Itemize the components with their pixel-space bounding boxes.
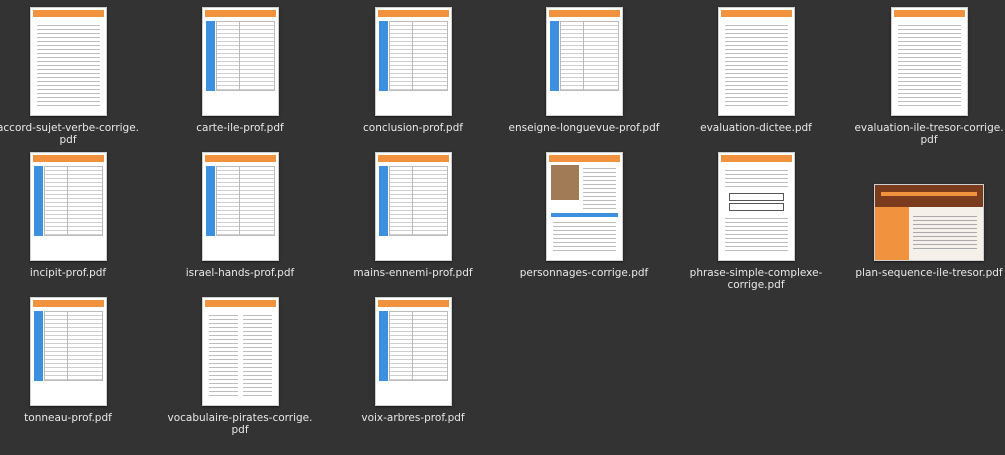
file-name[interactable]: enseigne-longuevue-prof.pdf (504, 122, 664, 134)
file-item[interactable]: mains-ennemi-prof.pdf (333, 152, 493, 279)
file-name[interactable]: evaluation-ile-tresor-corrige. pdf (849, 122, 1005, 146)
file-name[interactable]: phrase-simple-complexe- corrige.pdf (676, 267, 836, 291)
file-name[interactable]: conclusion-prof.pdf (333, 122, 493, 134)
file-name[interactable]: mains-ennemi-prof.pdf (333, 267, 493, 279)
file-item[interactable]: phrase-simple-complexe- corrige.pdf (676, 152, 836, 291)
file-item[interactable]: enseigne-longuevue-prof.pdf (504, 7, 664, 134)
file-name[interactable]: voix-arbres-prof.pdf (333, 412, 493, 424)
pdf-thumbnail-icon[interactable] (29, 7, 107, 116)
file-name[interactable]: incipit-prof.pdf (0, 267, 148, 279)
file-grid: accord-sujet-verbe-corrige. pdf carte-il… (0, 0, 1005, 455)
pdf-thumbnail-icon[interactable] (545, 7, 623, 116)
file-name[interactable]: vocabulaire-pirates-corrige. pdf (160, 412, 320, 436)
pdf-thumbnail-icon[interactable] (29, 297, 107, 406)
pdf-thumbnail-icon[interactable] (890, 7, 968, 116)
file-item[interactable]: voix-arbres-prof.pdf (333, 297, 493, 424)
file-item[interactable]: israel-hands-prof.pdf (160, 152, 320, 279)
pdf-thumbnail-icon[interactable] (717, 152, 795, 261)
file-item[interactable]: accord-sujet-verbe-corrige. pdf (0, 7, 148, 146)
file-name[interactable]: israel-hands-prof.pdf (160, 267, 320, 279)
pdf-thumbnail-icon[interactable] (201, 152, 279, 261)
pdf-thumbnail-icon[interactable] (29, 152, 107, 261)
pdf-thumbnail-icon[interactable] (374, 152, 452, 261)
file-item[interactable]: evaluation-ile-tresor-corrige. pdf (849, 7, 1005, 146)
pdf-thumbnail-icon[interactable] (201, 297, 279, 406)
pdf-thumbnail-icon[interactable] (374, 297, 452, 406)
file-item[interactable]: carte-ile-prof.pdf (160, 7, 320, 134)
file-item[interactable]: vocabulaire-pirates-corrige. pdf (160, 297, 320, 436)
file-item[interactable]: conclusion-prof.pdf (333, 7, 493, 134)
pdf-thumbnail-icon[interactable] (874, 184, 984, 261)
file-name[interactable]: personnages-corrige.pdf (504, 267, 664, 279)
pdf-thumbnail-icon[interactable] (545, 152, 623, 261)
file-item[interactable]: plan-sequence-ile-tresor.pdf (849, 152, 1005, 279)
file-item[interactable]: incipit-prof.pdf (0, 152, 148, 279)
file-item[interactable]: personnages-corrige.pdf (504, 152, 664, 279)
file-item[interactable]: evaluation-dictee.pdf (676, 7, 836, 134)
file-item[interactable]: tonneau-prof.pdf (0, 297, 148, 424)
pdf-thumbnail-icon[interactable] (374, 7, 452, 116)
file-name[interactable]: evaluation-dictee.pdf (676, 122, 836, 134)
pdf-thumbnail-icon[interactable] (201, 7, 279, 116)
pdf-thumbnail-icon[interactable] (717, 7, 795, 116)
file-name[interactable]: carte-ile-prof.pdf (160, 122, 320, 134)
file-name[interactable]: plan-sequence-ile-tresor.pdf (849, 267, 1005, 279)
file-name[interactable]: accord-sujet-verbe-corrige. pdf (0, 122, 148, 146)
file-name[interactable]: tonneau-prof.pdf (0, 412, 148, 424)
